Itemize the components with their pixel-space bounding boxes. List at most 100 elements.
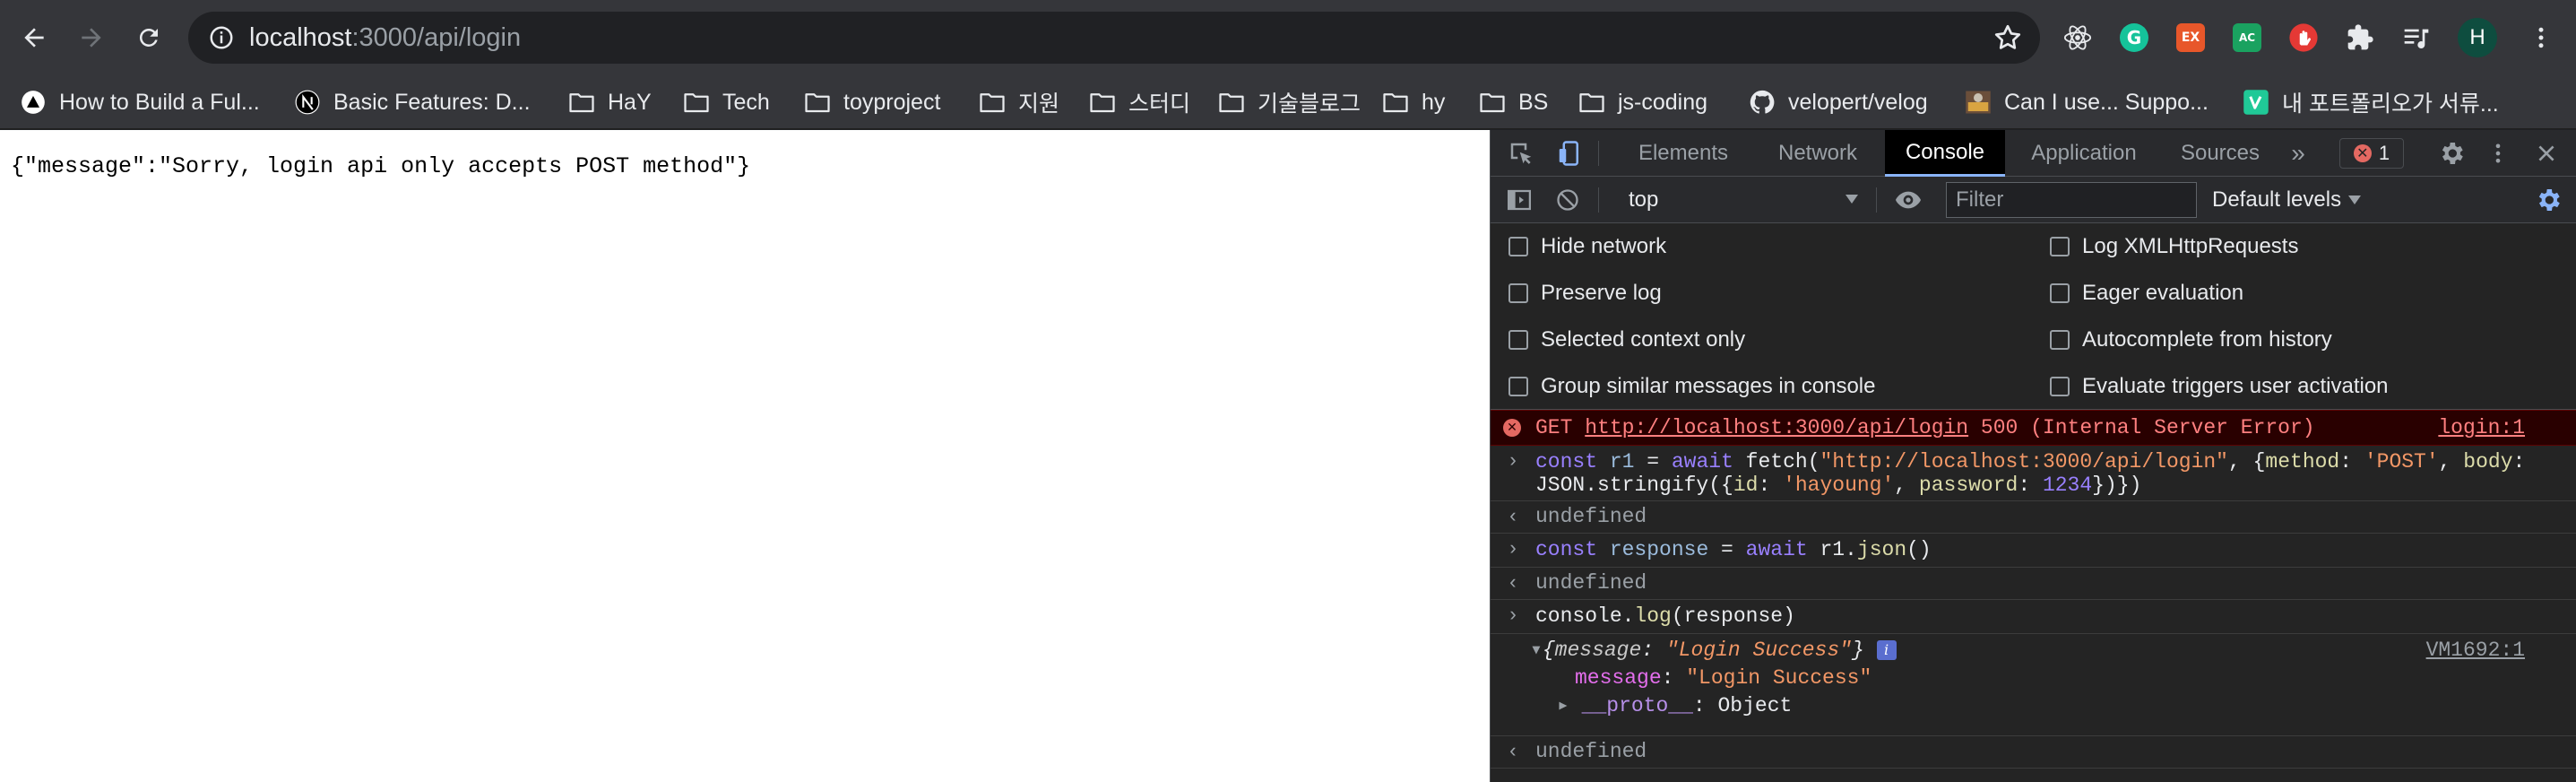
bookmark-label: js-coding [1618, 89, 1708, 115]
option-label: Selected context only [1541, 327, 1746, 352]
bookmark-label: 스터디 [1128, 91, 1191, 117]
address-bar[interactable]: localhost:3000/api/login [188, 12, 2040, 64]
velog-v-icon [2243, 89, 2269, 116]
stop-hand-icon [2289, 23, 2318, 52]
ex-extension-icon[interactable]: EX [2174, 21, 2208, 55]
checkbox[interactable] [1508, 237, 1528, 256]
info-badge-icon[interactable]: i [1876, 639, 1897, 660]
bookmark-folder[interactable]: BS [1479, 75, 1548, 129]
media-queue-icon[interactable] [2399, 21, 2433, 55]
option-label: Evaluate triggers user activation [2082, 374, 2389, 398]
code-token: "http://localhost:3000/api/login" [1820, 450, 2228, 474]
object-preview[interactable]: ▾{message: "Login Success"} i [1530, 639, 1897, 663]
vm-source-link[interactable]: VM1692:1 [2426, 639, 2525, 662]
clear-console-icon[interactable] [1550, 182, 1586, 218]
url-text[interactable]: localhost:3000/api/login [249, 24, 521, 51]
forward-button[interactable] [68, 14, 115, 61]
bookmark-folder[interactable]: 기술블로그 [1218, 75, 1361, 129]
info-circle-icon[interactable] [208, 24, 235, 51]
log-xhr-option[interactable]: Log XMLHttpRequests [2050, 223, 2298, 270]
context-selector[interactable]: top [1620, 184, 1862, 216]
live-expression-eye-icon[interactable] [1890, 182, 1926, 218]
selected-context-option[interactable]: Selected context only [1508, 317, 1745, 363]
browser-toolbar: localhost:3000/api/login G EX AC H [0, 0, 2576, 75]
console-input-line: › console.log(response) [1491, 600, 2576, 634]
bookmark-folder[interactable]: 스터디 [1089, 75, 1190, 129]
bookmark-item[interactable]: Basic Features: D... [294, 75, 531, 129]
bookmark-label: velopert/velog [1788, 89, 1928, 115]
checkbox[interactable] [2050, 377, 2070, 396]
triangle-logo-icon [20, 89, 47, 116]
log-levels-dropdown[interactable]: Default levels [2212, 184, 2362, 216]
bookmark-folder[interactable]: Tech [683, 75, 770, 129]
console-settings-icon[interactable] [2530, 182, 2566, 218]
eager-evaluation-option[interactable]: Eager evaluation [2050, 270, 2243, 317]
bookmark-folder[interactable]: 지원 [979, 75, 1059, 129]
group-similar-option[interactable]: Group similar messages in console [1508, 363, 1876, 410]
code-token: })}) [2092, 474, 2142, 497]
hide-network-option[interactable]: Hide network [1508, 223, 1666, 270]
code-token: console. [1535, 604, 1635, 628]
device-toolbar-icon[interactable] [1552, 135, 1587, 171]
checkbox[interactable] [1508, 377, 1528, 396]
result-value: undefined [1535, 571, 1647, 595]
more-tabs-button[interactable]: » [2279, 130, 2317, 177]
json-response-text: {"message":"Sorry, login api only accept… [11, 153, 751, 179]
ac-extension-icon[interactable]: AC [2230, 21, 2264, 55]
checkbox[interactable] [1508, 283, 1528, 303]
checkbox[interactable] [2050, 237, 2070, 256]
bookmark-folder[interactable]: HaY [568, 75, 652, 129]
back-button[interactable] [11, 14, 57, 61]
error-status: 500 (Internal Server Error) [1980, 416, 2315, 439]
tab-console[interactable]: Console [1885, 130, 2005, 177]
tab-application[interactable]: Application [2005, 130, 2163, 177]
bookmark-item[interactable]: velopert/velog [1749, 75, 1928, 129]
devtools-menu-icon[interactable] [2480, 135, 2516, 171]
folder-icon [568, 89, 595, 116]
bookmark-folder[interactable]: toyproject [804, 75, 940, 129]
tab-elements[interactable]: Elements [1616, 130, 1750, 177]
code-token: id [1733, 474, 1759, 497]
checkbox[interactable] [2050, 330, 2070, 350]
error-url-link[interactable]: http://localhost:3000/api/login [1585, 416, 1968, 439]
inspect-element-icon[interactable] [1503, 135, 1539, 171]
error-count-badge[interactable]: ✕ 1 [2339, 138, 2404, 169]
puzzle-extensions-icon[interactable] [2343, 21, 2377, 55]
tab-divider [1598, 141, 1599, 166]
folder-icon [683, 89, 710, 116]
bookmark-item[interactable]: How to Build a Ful... [20, 75, 260, 129]
evaluate-triggers-option[interactable]: Evaluate triggers user activation [2050, 363, 2389, 410]
expand-triangle-icon[interactable]: ▾ [1530, 639, 1543, 662]
error-source-link[interactable]: login:1 [2438, 416, 2525, 439]
tab-sources[interactable]: Sources [2163, 130, 2278, 177]
grammarly-icon[interactable]: G [2117, 21, 2151, 55]
hand-stop-icon[interactable] [2286, 21, 2321, 55]
bookmark-item[interactable]: Can I use... Suppo... [1965, 75, 2209, 129]
code-token: : [1661, 666, 1687, 690]
reload-icon [139, 28, 158, 47]
close-devtools-icon[interactable] [2528, 135, 2564, 171]
bookmark-item[interactable]: 내 포트폴리오가 서류... [2243, 75, 2499, 129]
bookmark-star-icon[interactable] [1992, 22, 2024, 54]
bookmark-folder[interactable]: hy [1382, 75, 1445, 129]
autocomplete-history-option[interactable]: Autocomplete from history [2050, 317, 2332, 363]
preserve-log-option[interactable]: Preserve log [1508, 270, 1662, 317]
react-devtools-icon[interactable] [2061, 21, 2095, 55]
browser-menu-icon[interactable] [2528, 22, 2554, 54]
checkbox[interactable] [2050, 283, 2070, 303]
object-proto[interactable]: ▸ __proto__: Object [1557, 694, 1792, 718]
tab-network[interactable]: Network [1750, 130, 1885, 177]
console-input-line: › const response = await r1.json() [1491, 534, 2576, 568]
profile-avatar[interactable]: H [2458, 18, 2497, 57]
code-token: JSON.stringify({ [1535, 474, 1733, 497]
bookmark-folder[interactable]: js-coding [1578, 75, 1707, 129]
code-token: Object [1717, 694, 1793, 717]
reload-button[interactable] [125, 14, 172, 61]
checkbox[interactable] [1508, 330, 1528, 350]
sidebar-toggle-icon[interactable] [1501, 182, 1537, 218]
expand-triangle-icon[interactable]: ▸ [1557, 694, 1582, 717]
console-filter-input[interactable] [1946, 182, 2197, 218]
devtools-settings-icon[interactable] [2433, 135, 2469, 171]
nextjs-logo-icon [294, 89, 321, 116]
option-label: Hide network [1541, 234, 1667, 258]
